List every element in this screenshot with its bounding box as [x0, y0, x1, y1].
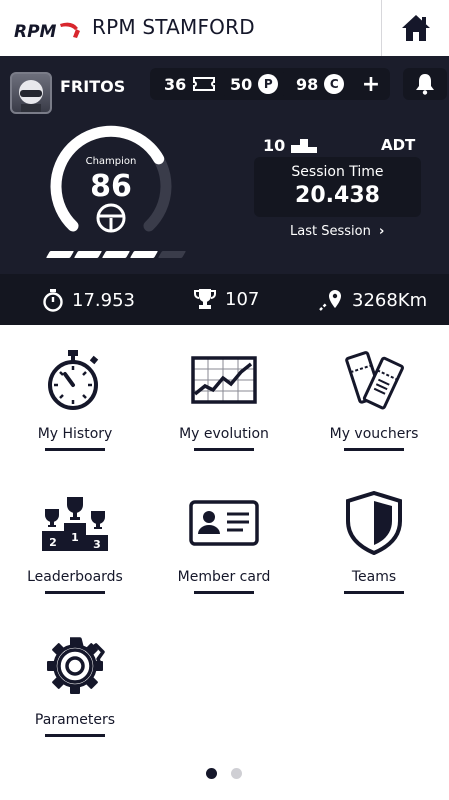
bell-icon — [416, 74, 434, 95]
page-dot[interactable] — [231, 768, 242, 779]
avatar[interactable] — [10, 72, 52, 114]
level-progress-bars — [44, 251, 187, 259]
rpm-logo: RPM — [14, 22, 80, 42]
level-bar-filled — [129, 251, 159, 258]
vouchers-icon — [345, 351, 404, 410]
home-icon — [401, 15, 430, 41]
trophies-value: 107 — [225, 288, 260, 310]
distance-stat: 3268Km — [318, 288, 427, 312]
notifications-button[interactable] — [403, 68, 447, 100]
menu-label: Parameters — [34, 712, 116, 728]
track-code: ADT — [381, 136, 416, 154]
page-dot-active[interactable] — [206, 768, 217, 779]
grid-position: 10 — [263, 136, 318, 155]
menu-leaderboards[interactable]: 1 2 3 Leaderboards — [15, 483, 135, 603]
svg-text:3: 3 — [93, 538, 101, 551]
user-bar: FRITOS 36 50 P 98 C + — [0, 56, 449, 114]
menu-underline — [45, 448, 105, 451]
menu-label: Member card — [177, 569, 271, 585]
stopwatch-small-icon — [43, 289, 63, 312]
home-button[interactable] — [381, 0, 449, 56]
menu-underline — [194, 448, 254, 451]
podium-small-icon — [291, 138, 318, 153]
helmet-icon — [19, 80, 43, 112]
tickets-value: 36 — [164, 74, 187, 94]
session-time-value: 20.438 — [295, 183, 380, 208]
podium-icon: 1 2 3 — [42, 497, 108, 551]
points-value: 50 — [230, 74, 253, 94]
gear-icon — [47, 637, 105, 694]
gauge-label: Champion — [86, 156, 137, 167]
svg-text:1: 1 — [71, 531, 79, 544]
menu-underline — [194, 591, 254, 594]
credits-icon: C — [324, 74, 345, 94]
member-card-icon — [189, 500, 259, 546]
points-icon: P — [258, 74, 279, 94]
last-session-label: Last Session — [290, 224, 371, 239]
svg-text:2: 2 — [49, 536, 57, 549]
chevron-right-icon: › — [378, 224, 385, 239]
stopwatch-icon — [48, 350, 99, 410]
steering-wheel-icon — [96, 203, 126, 233]
menu-underline — [344, 448, 404, 451]
menu-parameters[interactable]: Parameters — [15, 626, 135, 746]
brand-name: RPM STAMFORD — [92, 15, 255, 39]
session-time-box: Session Time 20.438 — [254, 157, 421, 217]
stats-bar: 17.953 107 3268Km — [0, 274, 449, 325]
level-bar-filled — [101, 251, 131, 258]
menu-my-history[interactable]: My History — [15, 340, 135, 460]
best-lap-stat: 17.953 — [42, 288, 135, 312]
ticket-icon — [193, 77, 216, 91]
level-gauge: Champion 86 — [50, 125, 172, 233]
credits-value: 98 — [296, 74, 319, 94]
username: FRITOS — [60, 77, 126, 96]
menu-label: My vouchers — [329, 426, 419, 442]
level-bar-empty — [157, 251, 187, 258]
tickets-count: 36 — [158, 70, 223, 98]
menu-label: Leaderboards — [27, 569, 123, 585]
level-bar-filled — [73, 251, 103, 258]
menu-label: Teams — [351, 569, 397, 585]
credits-count: 98 C — [290, 70, 351, 98]
chart-icon — [191, 356, 257, 404]
distance-value: 3268Km — [352, 289, 428, 311]
page-indicator — [206, 768, 246, 780]
trophies-stat: 107 — [193, 288, 259, 310]
driver-stats-panel: FRITOS 36 50 P 98 C + Champion 86 10 ADT… — [0, 56, 449, 325]
grid-position-value: 10 — [263, 136, 286, 155]
menu-underline — [45, 734, 105, 737]
menu-my-evolution[interactable]: My evolution — [164, 340, 284, 460]
gauge-value: 86 — [90, 169, 132, 204]
menu-teams[interactable]: Teams — [314, 483, 434, 603]
menu-label: My evolution — [179, 426, 269, 442]
points-count: 50 P — [224, 70, 285, 98]
level-bar-filled — [45, 251, 75, 258]
shield-icon — [346, 491, 402, 555]
menu-underline — [45, 591, 105, 594]
add-credits-button[interactable]: + — [357, 70, 385, 98]
app-header: RPM RPM STAMFORD — [0, 0, 449, 56]
distance-pin-icon — [319, 290, 341, 311]
best-lap-value: 17.953 — [72, 289, 135, 311]
menu-label: My History — [37, 426, 113, 442]
session-time-label: Session Time — [291, 164, 384, 180]
menu-my-vouchers[interactable]: My vouchers — [314, 340, 434, 460]
last-session-link[interactable]: Last Session › — [290, 224, 384, 239]
menu-underline — [344, 591, 404, 594]
trophy-icon — [194, 289, 216, 309]
svg-text:RPM: RPM — [14, 22, 57, 42]
menu-member-card[interactable]: Member card — [164, 483, 284, 603]
